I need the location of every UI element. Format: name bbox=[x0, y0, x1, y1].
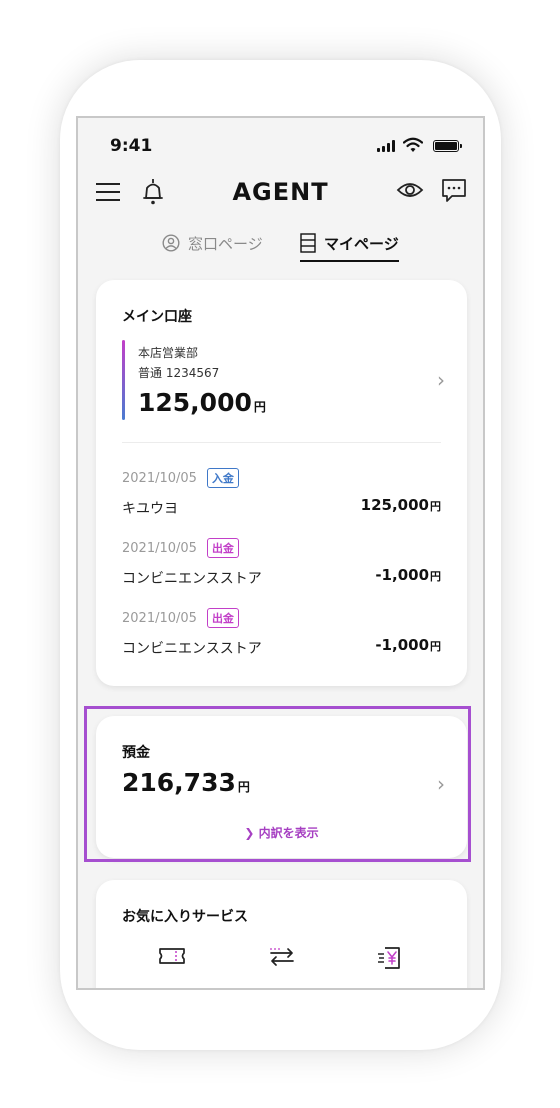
transaction-row[interactable]: 2021/10/05 出金 コンビニエンスストア -1,000円 bbox=[122, 608, 441, 678]
main-account-summary[interactable]: 本店営業部 普通 1234567 125,000 円 bbox=[122, 340, 452, 422]
withdrawal-badge: 出金 bbox=[206, 538, 239, 558]
divider bbox=[122, 442, 441, 443]
transaction-row[interactable]: 2021/10/05 出金 コンビニエンスストア -1,000円 bbox=[122, 538, 441, 608]
deposit-amount: 216,733 円 bbox=[122, 768, 250, 797]
favorite-services-icons bbox=[96, 946, 467, 976]
transaction-amount: 125,000円 bbox=[361, 496, 441, 514]
deposit-amount-unit: 円 bbox=[237, 780, 250, 794]
app-screen: 9:41 AGENT 窓口ページ マイページ メイン口座 本店営業部 普通 12… bbox=[76, 116, 485, 990]
transaction-amount-value: 125,000 bbox=[360, 496, 429, 514]
chevron-right-icon[interactable]: › bbox=[437, 772, 445, 796]
chevron-right-icon[interactable]: › bbox=[437, 368, 445, 392]
transaction-name: コンビニエンスストア bbox=[122, 571, 262, 587]
transaction-amount: -1,000円 bbox=[375, 636, 441, 654]
app-header: AGENT bbox=[78, 170, 483, 216]
wifi-icon bbox=[403, 137, 423, 152]
deposit-card[interactable]: 預金 216,733 円 › ❯ 内訳を表示 bbox=[96, 716, 467, 858]
main-account-title: メイン口座 bbox=[122, 309, 192, 325]
show-breakdown-label: 内訳を表示 bbox=[258, 826, 319, 840]
transaction-name: コンビニエンスストア bbox=[122, 641, 262, 657]
yen-payment-icon[interactable] bbox=[376, 946, 404, 970]
transaction-date: 2021/10/05 bbox=[122, 470, 197, 486]
battery-icon bbox=[433, 140, 462, 152]
tab-mypage-label: マイページ bbox=[324, 234, 399, 253]
document-list-icon bbox=[300, 233, 316, 253]
status-time: 9:41 bbox=[110, 136, 153, 156]
account-accent-bar bbox=[122, 340, 125, 420]
withdrawal-badge: 出金 bbox=[206, 608, 239, 628]
tab-window-page[interactable]: 窓口ページ bbox=[162, 228, 263, 258]
account-balance-value: 125,000 bbox=[138, 388, 252, 417]
account-balance: 125,000 円 bbox=[138, 388, 266, 417]
account-branch: 本店営業部 bbox=[138, 346, 199, 360]
ticket-icon[interactable] bbox=[158, 946, 186, 966]
page-tabs: 窓口ページ マイページ bbox=[78, 224, 483, 264]
eye-icon[interactable] bbox=[396, 180, 424, 200]
deposit-amount-value: 216,733 bbox=[122, 768, 236, 797]
favorite-services-card: お気に入りサービス bbox=[96, 880, 467, 988]
transaction-date: 2021/10/05 bbox=[122, 540, 197, 556]
show-breakdown-link[interactable]: ❯ 内訳を表示 bbox=[96, 824, 467, 841]
transaction-amount-value: -1,000 bbox=[375, 636, 429, 654]
favorites-title: お気に入りサービス bbox=[122, 909, 248, 925]
tab-mypage[interactable]: マイページ bbox=[300, 228, 399, 262]
transaction-date: 2021/10/05 bbox=[122, 610, 197, 626]
transaction-name: キユウヨ bbox=[122, 501, 178, 517]
deposit-title: 預金 bbox=[122, 745, 150, 761]
chevron-down-icon: ❯ bbox=[244, 826, 255, 840]
cellular-signal-icon bbox=[377, 140, 395, 152]
main-account-card[interactable]: メイン口座 本店営業部 普通 1234567 125,000 円 › 2021/1… bbox=[96, 280, 467, 686]
chat-icon[interactable] bbox=[440, 177, 468, 205]
transfer-icon[interactable] bbox=[268, 946, 296, 968]
transaction-row[interactable]: 2021/10/05 入金 キユウヨ 125,000円 bbox=[122, 468, 441, 538]
status-bar: 9:41 bbox=[78, 118, 483, 170]
account-number: 普通 1234567 bbox=[138, 366, 220, 380]
transaction-amount-value: -1,000 bbox=[375, 566, 429, 584]
transaction-amount-unit: 円 bbox=[430, 640, 441, 653]
tab-window-label: 窓口ページ bbox=[188, 234, 263, 253]
transaction-amount-unit: 円 bbox=[430, 500, 441, 513]
deposit-badge: 入金 bbox=[206, 468, 239, 488]
transaction-amount: -1,000円 bbox=[375, 566, 441, 584]
account-balance-unit: 円 bbox=[253, 400, 266, 414]
transaction-amount-unit: 円 bbox=[430, 570, 441, 583]
person-icon bbox=[162, 234, 180, 252]
